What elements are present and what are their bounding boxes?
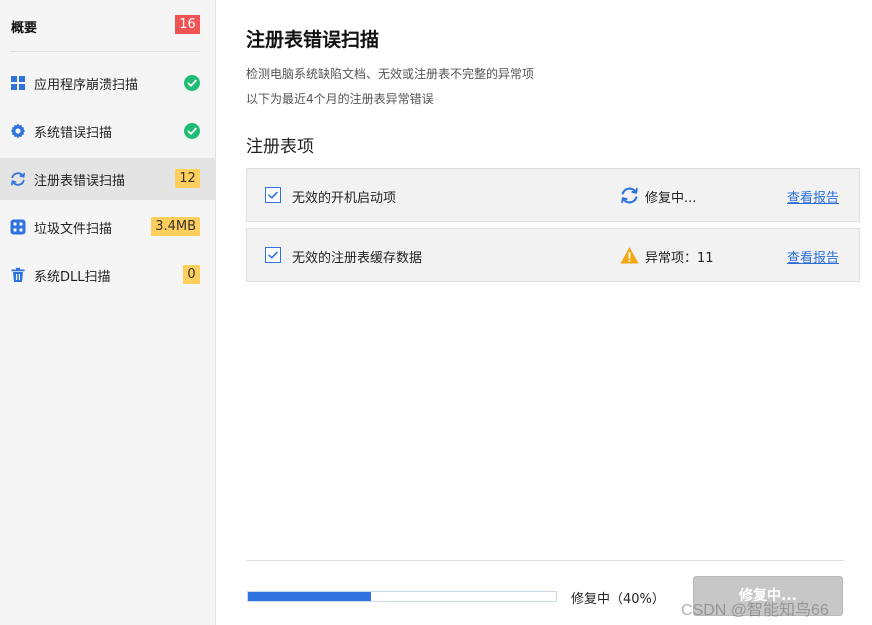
grid-apps-icon bbox=[10, 75, 26, 91]
check-circle-icon bbox=[184, 75, 200, 91]
sidebar-item-label: 系统DLL扫描 bbox=[34, 270, 111, 285]
item-status: 异常项：11 bbox=[645, 251, 714, 266]
refresh-icon bbox=[10, 171, 26, 187]
junk-files-icon bbox=[10, 219, 26, 235]
registry-item-row: 无效的开机启动项 修复中... 查看报告 bbox=[246, 168, 860, 222]
page-subdescription: 以下为最近4个月的注册表异常错误 bbox=[246, 92, 434, 106]
sidebar-item-registry-error-scan[interactable]: 注册表错误扫描 12 bbox=[0, 158, 215, 200]
sidebar-divider bbox=[10, 51, 200, 52]
gear-icon bbox=[10, 123, 26, 139]
sidebar-item-junk-file-scan[interactable]: 垃圾文件扫描 3.4MB bbox=[0, 206, 215, 248]
repair-progress-fill bbox=[248, 592, 372, 601]
item-checkbox[interactable] bbox=[265, 187, 281, 203]
view-report-link[interactable]: 查看报告 bbox=[787, 247, 839, 266]
warning-icon bbox=[620, 246, 639, 265]
sidebar-overview[interactable]: 概要 16 bbox=[0, 0, 215, 52]
section-title: 注册表项 bbox=[246, 137, 314, 157]
sidebar-item-label: 注册表错误扫描 bbox=[34, 174, 126, 189]
main-panel: 注册表错误扫描 检测电脑系统缺陷文档、无效或注册表不完整的异常项 以下为最近4个… bbox=[216, 0, 872, 625]
dll-count-badge: 0 bbox=[183, 265, 200, 284]
sidebar-item-label: 垃圾文件扫描 bbox=[34, 222, 113, 237]
check-circle-icon bbox=[184, 123, 200, 139]
item-name: 无效的开机启动项 bbox=[292, 191, 397, 206]
footer-divider bbox=[246, 560, 844, 561]
junk-size-badge: 3.4MB bbox=[151, 217, 200, 236]
sidebar-item-label: 系统错误扫描 bbox=[34, 126, 113, 141]
item-status: 修复中... bbox=[645, 191, 697, 206]
page-description: 检测电脑系统缺陷文档、无效或注册表不完整的异常项 bbox=[246, 67, 535, 81]
registry-count-badge: 12 bbox=[175, 169, 200, 188]
view-report-link[interactable]: 查看报告 bbox=[787, 187, 839, 206]
repair-progress-bar bbox=[247, 591, 557, 602]
overview-label: 概要 bbox=[11, 21, 38, 36]
page-title: 注册表错误扫描 bbox=[246, 29, 380, 51]
sidebar-item-system-error-scan[interactable]: 系统错误扫描 bbox=[0, 110, 215, 152]
watermark: CSDN @智能知鸟66 bbox=[681, 602, 829, 619]
sidebar: 概要 16 应用程序崩溃扫描 系统错误扫描 注册表错误扫描 12 垃圾文件扫描 … bbox=[0, 0, 216, 625]
progress-text: 修复中（40%） bbox=[571, 592, 665, 607]
sidebar-item-label: 应用程序崩溃扫描 bbox=[34, 78, 139, 93]
overview-count-badge: 16 bbox=[175, 15, 200, 34]
registry-item-row: 无效的注册表缓存数据 异常项：11 查看报告 bbox=[246, 228, 860, 282]
sidebar-item-system-dll-scan[interactable]: 系统DLL扫描 0 bbox=[0, 254, 215, 296]
trash-icon bbox=[10, 267, 26, 283]
item-name: 无效的注册表缓存数据 bbox=[292, 251, 423, 266]
item-checkbox[interactable] bbox=[265, 247, 281, 263]
sidebar-item-app-crash-scan[interactable]: 应用程序崩溃扫描 bbox=[0, 62, 215, 104]
refresh-icon bbox=[620, 186, 639, 205]
